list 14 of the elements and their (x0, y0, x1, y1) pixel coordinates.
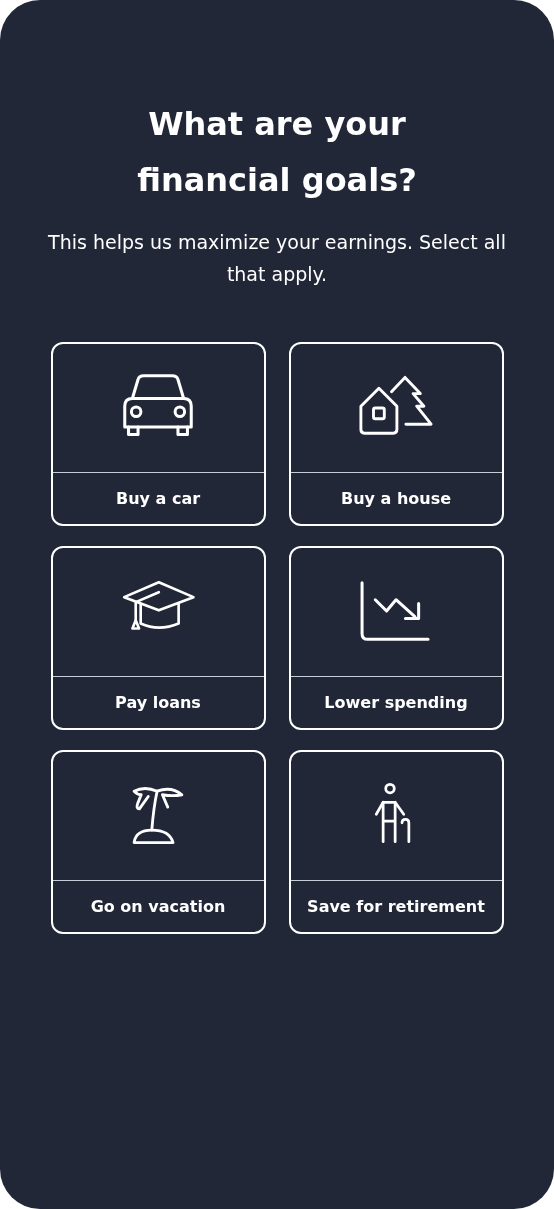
goal-label: Lower spending (323, 692, 469, 714)
goal-card[interactable]: Go on vacation (50, 750, 266, 934)
goal-card[interactable]: Buy a house (288, 342, 504, 526)
goal-label: Buy a car (114, 488, 202, 510)
goal-card[interactable]: Buy a car (50, 342, 266, 526)
goal-card[interactable]: Pay loans (50, 546, 266, 730)
page-title: What are your financial goals? (136, 104, 418, 201)
page-subtitle: This helps us maximize your earnings. Select all that apply. (47, 230, 507, 287)
goal-label: Go on vacation (89, 896, 227, 918)
goal-label: Save for retirement (306, 896, 486, 918)
goal-card[interactable]: Lower spending (288, 546, 504, 730)
goal-card[interactable]: Save for retirement (288, 750, 504, 934)
goal-label: Pay loans (114, 692, 202, 714)
goal-label: Buy a house (339, 488, 453, 510)
